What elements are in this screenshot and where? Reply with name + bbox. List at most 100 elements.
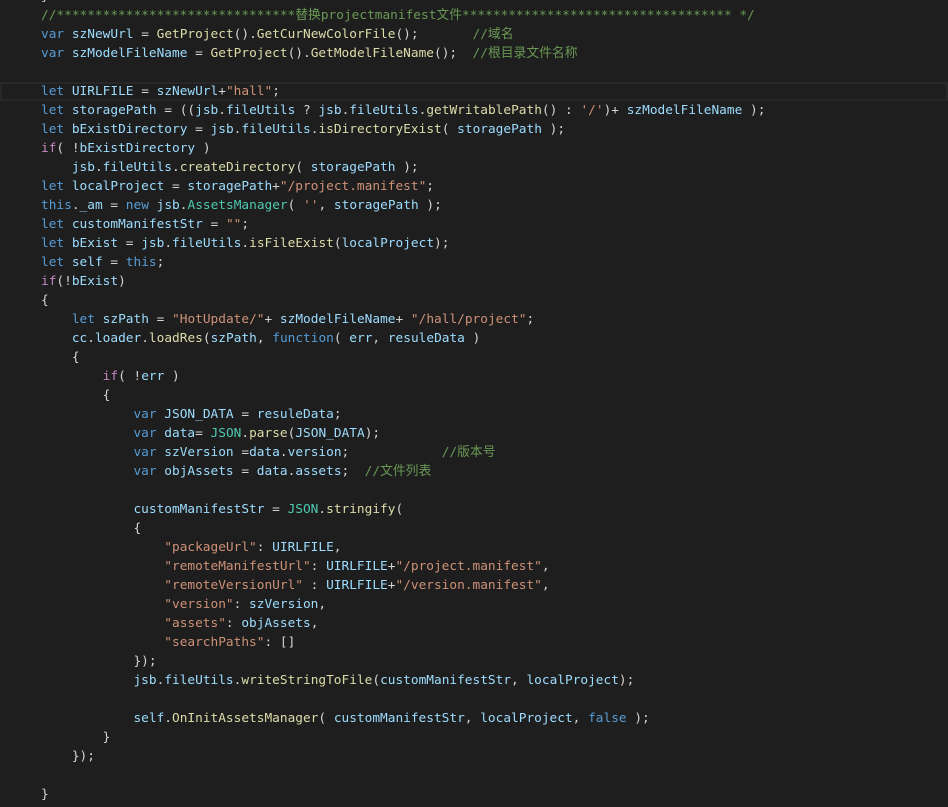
code-plain: + [272,179,280,194]
code-line[interactable]: if(!bExist) [0,272,948,291]
code-variable: bExistDirectory [79,141,196,156]
code-string: "assets" [164,616,226,631]
code-line[interactable]: customManifestStr = JSON.stringify( [0,500,948,519]
code-line[interactable]: let self = this; [0,253,948,272]
code-variable: UIRLFILE [272,540,334,555]
code-line[interactable]: { [0,386,948,405]
code-line[interactable]: let szPath = "HotUpdate/"+ szModelFileNa… [0,310,948,329]
code-line[interactable]: "version": szVersion, [0,595,948,614]
code-line[interactable] [0,690,948,709]
code-line[interactable]: "assets": objAssets, [0,614,948,633]
code-string: "packageUrl" [164,540,257,555]
code-plain: ; [341,464,365,479]
code-line[interactable]: }); [0,747,948,766]
code-line[interactable]: { [0,519,948,538]
code-string: '' [303,198,319,213]
code-variable: localProject [526,673,619,688]
code-line[interactable]: let storagePath = ((jsb.fileUtils ? jsb.… [0,101,948,120]
code-line[interactable]: var JSON_DATA = resuleData; [0,405,948,424]
code-line[interactable]: let localProject = storagePath+"/project… [0,177,948,196]
code-line[interactable]: "searchPaths": [] [0,633,948,652]
code-plain: { [41,521,142,536]
code-variable: jsb [156,198,180,213]
code-function: loadRes [148,331,203,346]
code-plain: , [310,616,319,631]
code-plain: = [133,84,157,99]
code-line[interactable]: //*******************************替换proje… [0,6,948,25]
code-variable: szVersion [249,597,319,612]
code-plain: , [318,597,327,612]
code-line[interactable]: jsb.fileUtils.createDirectory( storagePa… [0,158,948,177]
code-plain: . [71,198,80,213]
code-plain: , [464,711,481,726]
code-function: GetCurNewColorFile [256,27,396,42]
code-variable: jsb [141,236,165,251]
code-plain: { [41,350,80,365]
code-plain: . [241,426,250,441]
code-line[interactable]: let customManifestStr = ""; [0,215,948,234]
code-plain: ; [333,407,342,422]
code-plain: = (( [156,103,196,118]
code-plain: = [233,445,250,460]
code-line[interactable]: "packageUrl": UIRLFILE, [0,538,948,557]
code-line[interactable]: let bExistDirectory = jsb.fileUtils.isDi… [0,120,948,139]
code-editor[interactable]: } //*******************************替换proj… [0,0,948,807]
code-keyword: var [41,27,65,42]
code-function: getWritablePath [426,103,542,118]
code-plain: ( ! [118,369,142,384]
code-variable: storagePath [333,198,419,213]
code-variable: szVersion [164,445,234,460]
code-variable: fileUtils [102,160,173,175]
code-line[interactable]: if( !err ) [0,367,948,386]
code-line[interactable]: cc.loader.loadRes(szPath, function( err,… [0,329,948,348]
code-variable: fileUtils [164,673,234,688]
code-plain: = [187,122,211,137]
code-line[interactable] [0,766,948,785]
code-keyword: var [133,445,157,460]
code-plain [41,559,164,574]
code-line[interactable] [0,481,948,500]
code-line[interactable]: } [0,785,948,804]
code-line[interactable]: } [0,728,948,747]
code-line[interactable]: { [0,291,948,310]
code-plain: . [164,236,173,251]
code-line[interactable]: var szVersion =data.version; //版本号 [0,443,948,462]
code-variable: jsb [195,103,219,118]
code-plain: , [541,578,550,593]
code-plain: }); [41,749,95,764]
code-lines[interactable]: } //*******************************替换proj… [0,0,948,804]
code-string: "" [225,217,242,232]
code-keyword: let [41,103,65,118]
code-variable: data [249,445,280,460]
code-line[interactable]: self.OnInitAssetsManager( customManifest… [0,709,948,728]
code-variable: szModelFileName [279,312,396,327]
code-line[interactable]: var objAssets = data.assets; //文件列表 [0,462,948,481]
code-line[interactable]: "remoteVersionUrl" : UIRLFILE+"/version.… [0,576,948,595]
code-plain [41,673,133,688]
code-plain: = [164,179,188,194]
code-line[interactable]: }); [0,652,948,671]
code-line[interactable]: if( !bExistDirectory ) [0,139,948,158]
code-plain: } [41,787,49,802]
code-line[interactable]: jsb.fileUtils.writeStringToFile(customMa… [0,671,948,690]
code-variable: resuleData [387,331,465,346]
code-variable: data [164,426,196,441]
code-keyword: let [41,122,65,137]
code-line[interactable]: { [0,348,948,367]
code-line[interactable]: var szModelFileName = GetProject().GetMo… [0,44,948,63]
code-comment: //域名 [472,27,514,42]
code-plain: ; [241,217,250,232]
code-plain: = [202,217,226,232]
code-comment: //文件列表 [364,464,432,479]
code-line[interactable]: this._am = new jsb.AssetsManager( '', st… [0,196,948,215]
code-line[interactable]: let bExist = jsb.fileUtils.isFileExist(l… [0,234,948,253]
code-plain: + [218,84,226,99]
code-plain: . [318,502,327,517]
code-line-current[interactable]: let UIRLFILE = szNewUrl+"hall"; [0,82,948,101]
code-line[interactable]: var data= JSON.parse(JSON_DATA); [0,424,948,443]
code-plain: = [102,198,126,213]
code-line[interactable] [0,63,948,82]
code-line[interactable]: "remoteManifestUrl": UIRLFILE+"/project.… [0,557,948,576]
code-line[interactable]: var szNewUrl = GetProject().GetCurNewCol… [0,25,948,44]
code-function: parse [249,426,288,441]
